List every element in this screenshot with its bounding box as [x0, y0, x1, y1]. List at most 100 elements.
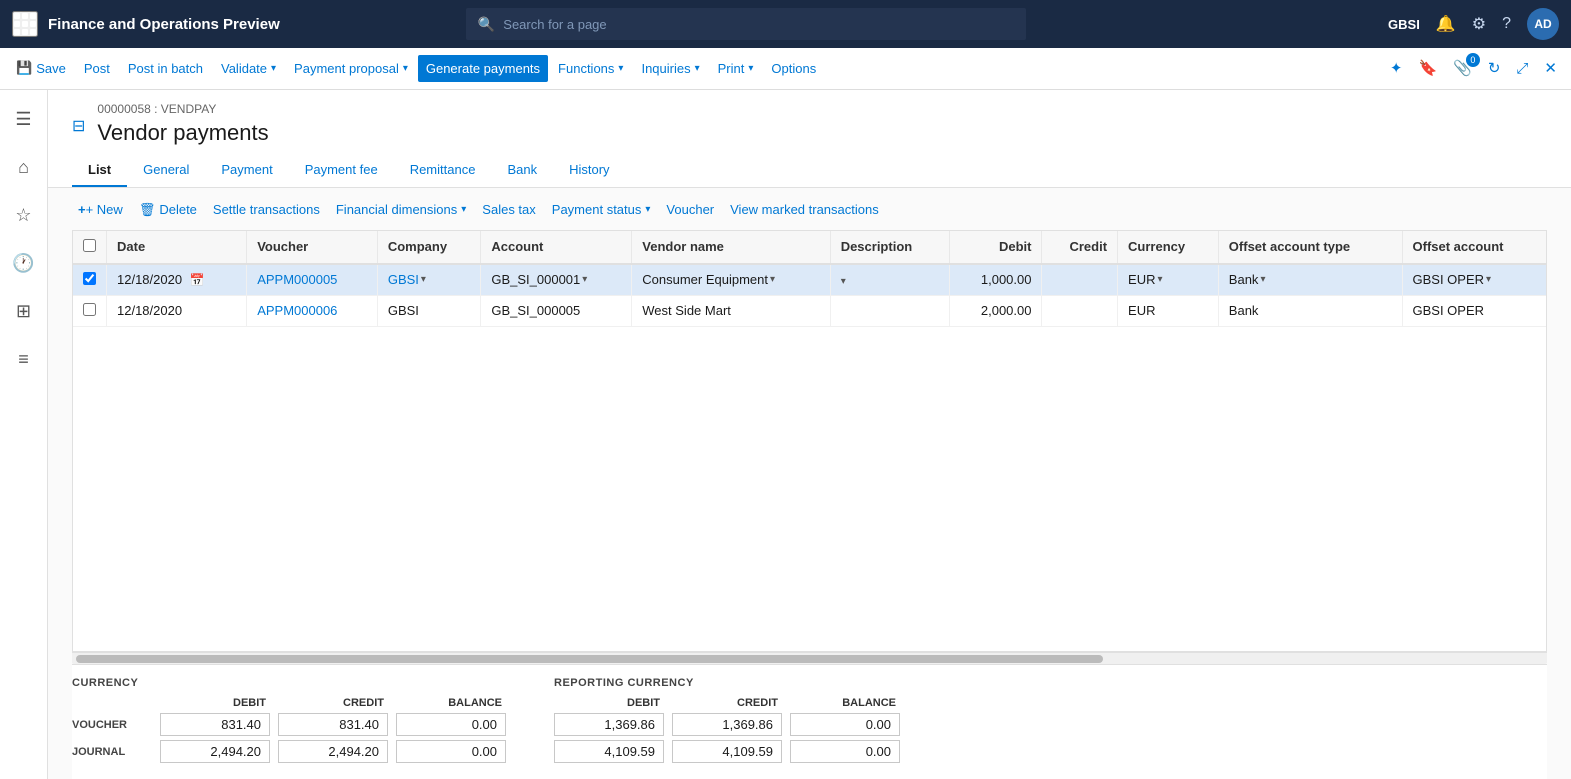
- validate-button[interactable]: Validate ▾: [213, 55, 284, 82]
- tab-history[interactable]: History: [553, 154, 625, 187]
- attachments-button[interactable]: 📎 0: [1447, 55, 1478, 81]
- notes-button[interactable]: 🔖: [1412, 55, 1443, 81]
- sidebar-menu-button[interactable]: ☰: [2, 98, 46, 142]
- row-checkbox[interactable]: [83, 272, 96, 285]
- delete-button[interactable]: 🗑 Delete: [133, 198, 203, 222]
- voucher-button[interactable]: Voucher: [660, 198, 720, 221]
- account-dropdown-arrow[interactable]: ▾: [582, 274, 587, 285]
- financial-dimensions-button[interactable]: Financial dimensions ▾: [330, 198, 472, 221]
- content-area: + + New 🗑 Delete Settle transactions Fin…: [48, 188, 1571, 779]
- functions-chevron: ▾: [618, 63, 623, 74]
- app-title: Finance and Operations Preview: [48, 16, 280, 33]
- row-checkbox[interactable]: [83, 303, 96, 316]
- sidebar-home-button[interactable]: ⌂: [2, 146, 46, 190]
- payment-proposal-button[interactable]: Payment proposal ▾: [286, 55, 416, 82]
- settle-transactions-button[interactable]: Settle transactions: [207, 198, 326, 221]
- row-account: GB_SI_000005: [481, 295, 632, 326]
- select-all-checkbox[interactable]: [83, 239, 96, 252]
- functions-button[interactable]: Functions ▾: [550, 55, 631, 82]
- vendor-dropdown-arrow[interactable]: ▾: [770, 274, 775, 285]
- open-new-button[interactable]: ⤢: [1510, 56, 1534, 81]
- notification-button[interactable]: 🔔: [1436, 14, 1456, 34]
- calendar-icon[interactable]: 📅: [190, 273, 205, 287]
- row-description: ▾: [830, 264, 949, 296]
- tab-payment[interactable]: Payment: [205, 154, 288, 187]
- save-button[interactable]: 💾 Save: [8, 54, 74, 82]
- tab-remittance[interactable]: Remittance: [394, 154, 492, 187]
- action-toolbar: 💾 Save Post Post in batch Validate ▾ Pay…: [0, 48, 1571, 90]
- search-bar[interactable]: 🔍: [466, 8, 1026, 40]
- main-content: ⊟ 00000058 : VENDPAY Vendor payments Lis…: [48, 90, 1571, 779]
- toolbar-right-icons: ✦ 🔖 📎 0 ↻ ⤢ ✕: [1384, 55, 1563, 81]
- table-row[interactable]: 12/18/2020 APPM000006 GBSI GB_SI_000005 …: [73, 295, 1546, 326]
- offset-type-dropdown-arrow[interactable]: ▾: [1260, 274, 1265, 285]
- currency-voucher-balance: 0.00: [396, 713, 506, 736]
- company-link[interactable]: GBSI: [388, 272, 419, 287]
- tab-general[interactable]: General: [127, 154, 205, 187]
- view-marked-button[interactable]: View marked transactions: [724, 198, 885, 221]
- account-value: GB_SI_000005: [491, 303, 580, 318]
- top-bar: Finance and Operations Preview 🔍 GBSI 🔔 …: [0, 0, 1571, 48]
- post-in-batch-button[interactable]: Post in batch: [120, 55, 211, 82]
- tab-payment-fee[interactable]: Payment fee: [289, 154, 394, 187]
- search-input[interactable]: [503, 17, 1014, 32]
- currency-value: EUR: [1128, 303, 1155, 318]
- row-date: 12/18/2020: [107, 295, 247, 326]
- currency-voucher-credit: 831.40: [278, 713, 388, 736]
- tab-bar: List General Payment Payment fee Remitta…: [72, 154, 1547, 187]
- voucher-link[interactable]: APPM000006: [257, 303, 337, 318]
- sales-tax-button[interactable]: Sales tax: [476, 198, 541, 221]
- account-value: GB_SI_000001: [491, 272, 580, 287]
- payment-status-chevron: ▾: [645, 204, 650, 215]
- voucher-row-label: VOUCHER: [72, 719, 152, 731]
- avatar[interactable]: AD: [1527, 8, 1559, 40]
- settings-button[interactable]: ⚙: [1472, 14, 1486, 34]
- post-button[interactable]: Post: [76, 55, 118, 82]
- col-currency: Currency: [1118, 231, 1219, 264]
- print-button[interactable]: Print ▾: [710, 55, 762, 82]
- help-button[interactable]: ?: [1502, 15, 1511, 33]
- generate-payments-button[interactable]: Generate payments: [418, 55, 548, 82]
- col-debit: Debit: [950, 231, 1042, 264]
- tab-list[interactable]: List: [72, 154, 127, 187]
- sidebar-favorites-button[interactable]: ☆: [2, 194, 46, 238]
- currency-summary: CURRENCY DEBIT CREDIT BALANCE VOUCHER 83…: [72, 677, 506, 763]
- close-button[interactable]: ✕: [1538, 55, 1563, 81]
- table-row[interactable]: 12/18/2020 📅 APPM000005 GBSI▾ GB_SI_0000…: [73, 264, 1546, 296]
- currency-debit-header: DEBIT: [160, 697, 270, 709]
- payment-status-button[interactable]: Payment status ▾: [546, 198, 657, 221]
- refresh-button[interactable]: ↻: [1482, 55, 1507, 81]
- currency-value: EUR: [1128, 272, 1155, 287]
- tab-bank[interactable]: Bank: [491, 154, 553, 187]
- grid-icon: [14, 13, 36, 35]
- currency-journal-debit: 2,494.20: [160, 740, 270, 763]
- offset-account-dropdown-arrow[interactable]: ▾: [1486, 274, 1491, 285]
- scroll-thumb[interactable]: [76, 655, 1103, 663]
- company-dropdown-arrow[interactable]: ▾: [421, 274, 426, 285]
- col-credit: Credit: [1042, 231, 1118, 264]
- description-dropdown-arrow[interactable]: ▾: [841, 276, 846, 287]
- personalize-button[interactable]: ✦: [1384, 55, 1409, 81]
- grid-menu-button[interactable]: [12, 11, 38, 37]
- currency-dropdown-arrow[interactable]: ▾: [1158, 274, 1163, 285]
- row-date: 12/18/2020 📅: [107, 264, 247, 296]
- row-offset-account: GBSI OPER: [1402, 295, 1546, 326]
- page-title: Vendor payments: [97, 120, 268, 146]
- horizontal-scrollbar[interactable]: [72, 652, 1547, 664]
- filter-button[interactable]: ⊟: [72, 102, 85, 136]
- row-check-cell[interactable]: [73, 295, 107, 326]
- row-account: GB_SI_000001▾: [481, 264, 632, 296]
- currency-balance-header: BALANCE: [396, 697, 506, 709]
- voucher-link[interactable]: APPM000005: [257, 272, 337, 287]
- top-bar-right: GBSI 🔔 ⚙ ? AD: [1388, 8, 1559, 40]
- reporting-voucher-debit: 1,369.86: [554, 713, 664, 736]
- sidebar-modules-button[interactable]: ≡: [2, 338, 46, 382]
- sidebar-recent-button[interactable]: 🕐: [2, 242, 46, 286]
- options-button[interactable]: Options: [763, 55, 824, 82]
- layout: ☰ ⌂ ☆ 🕐 ⊞ ≡ ⊟ 00000058 : VENDPAY Vendor …: [0, 90, 1571, 779]
- new-button[interactable]: + + New: [72, 198, 129, 221]
- row-offset-account-type: Bank▾: [1218, 264, 1402, 296]
- sidebar-workspace-button[interactable]: ⊞: [2, 290, 46, 334]
- row-check-cell[interactable]: [73, 264, 107, 296]
- inquiries-button[interactable]: Inquiries ▾: [633, 55, 707, 82]
